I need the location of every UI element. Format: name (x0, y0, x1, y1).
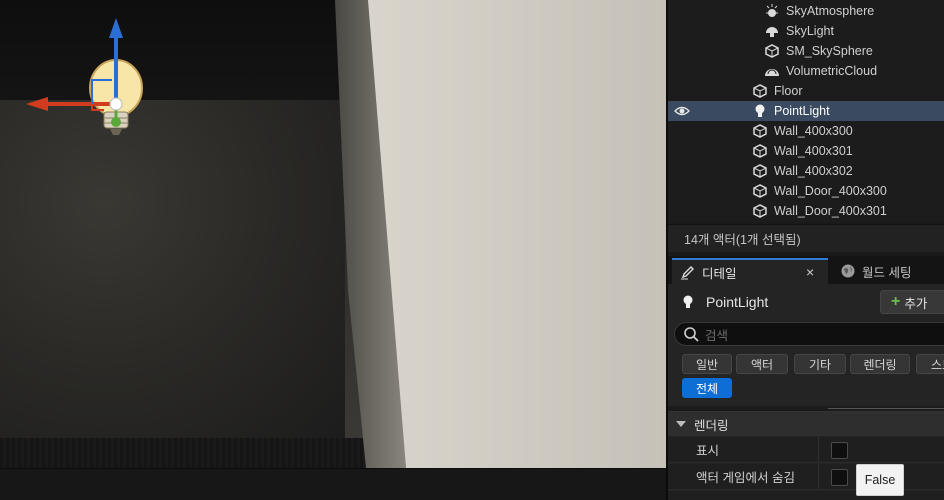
filter-general-button[interactable]: 일반 (682, 354, 732, 374)
viewport-bottom-bar (0, 468, 666, 500)
filter-rendering-button[interactable]: 렌더링 (850, 354, 910, 374)
outliner-item-label: Wall_400x301 (774, 144, 853, 158)
add-button-label: 추가 (904, 296, 928, 311)
collapse-triangle-icon (676, 421, 686, 427)
property-label: 표시 (696, 444, 720, 458)
static-mesh-icon (752, 143, 768, 159)
outliner-row-skyatmosphere[interactable]: SkyAtmosphere (668, 1, 944, 21)
outliner-item-label: Wall_400x302 (774, 164, 853, 178)
filter-misc-button[interactable]: 기타 (794, 354, 846, 374)
static-mesh-icon (752, 163, 768, 179)
hidden-in-game-checkbox[interactable] (831, 469, 848, 486)
visible-checkbox[interactable] (831, 442, 848, 459)
outliner-item-label: Wall_Door_400x300 (774, 184, 887, 198)
add-component-button[interactable]: + 추가 (880, 290, 944, 314)
static-mesh-icon (764, 43, 780, 59)
outliner-row-skylight[interactable]: SkyLight (668, 21, 944, 41)
rendering-section-header[interactable]: 렌더링 (668, 412, 944, 436)
search-icon (683, 326, 699, 342)
property-divider (818, 464, 819, 490)
outliner-item-label: Wall_400x300 (774, 124, 853, 138)
outliner-item-label: Floor (774, 84, 803, 98)
section-title: 렌더링 (694, 418, 729, 433)
outliner-item-label: Wall_Door_400x301 (774, 204, 887, 218)
outliner-item-label: VolumetricCloud (786, 64, 878, 78)
sky-light-icon (764, 23, 780, 39)
visibility-eye-icon[interactable] (674, 103, 690, 119)
sky-atmosphere-icon (764, 3, 780, 19)
outliner-row-volumetriccloud[interactable]: VolumetricCloud (668, 61, 944, 81)
outliner-row-sm-skysphere[interactable]: SM_SkySphere (668, 41, 944, 61)
static-mesh-icon (752, 183, 768, 199)
property-label: 액터 게임에서 숨김 (696, 471, 795, 485)
pencil-icon (680, 264, 696, 280)
property-divider (818, 437, 819, 463)
tab-world-settings[interactable]: 월드 세팅 (834, 258, 944, 284)
actor-name: PointLight (706, 294, 769, 310)
outliner-item-label: PointLight (774, 104, 830, 118)
world-outliner: SkyAtmosphere SkyLight SM_SkySphere Volu… (668, 0, 944, 222)
plus-icon: + (891, 293, 901, 310)
globe-icon (840, 263, 856, 279)
outliner-row-pointlight[interactable]: PointLight (668, 101, 944, 121)
outliner-row-wall-door-400x301[interactable]: Wall_Door_400x301 (668, 201, 944, 221)
close-icon[interactable]: × (806, 264, 814, 280)
value-tooltip: False (856, 464, 904, 496)
outliner-item-label: SkyAtmosphere (786, 4, 875, 18)
static-mesh-icon (752, 83, 768, 99)
editor-side-panel: SkyAtmosphere SkyLight SM_SkySphere Volu… (666, 0, 944, 500)
filter-all-button[interactable]: 전체 (682, 378, 732, 398)
static-mesh-icon (752, 123, 768, 139)
outliner-item-label: SM_SkySphere (786, 44, 873, 58)
outliner-row-wall-400x301[interactable]: Wall_400x301 (668, 141, 944, 161)
point-light-icon (680, 294, 696, 310)
point-light-icon (752, 103, 768, 119)
search-placeholder: 검색 (705, 328, 729, 343)
details-search-input[interactable]: 검색 (674, 322, 944, 346)
outliner-status-text: 14개 액터(1개 선택됨) (668, 224, 944, 252)
tab-details-label: 디테일 (702, 266, 737, 281)
outliner-row-wall-400x302[interactable]: Wall_400x302 (668, 161, 944, 181)
outliner-item-label: SkyLight (786, 24, 834, 38)
tab-world-settings-label: 월드 세팅 (862, 265, 912, 280)
property-row-visible: 표시 (668, 437, 944, 463)
details-tab-bar: 디테일 × 월드 세팅 (668, 256, 944, 284)
outliner-row-wall-400x300[interactable]: Wall_400x300 (668, 121, 944, 141)
static-mesh-icon (752, 203, 768, 219)
point-light-gizmo[interactable] (20, 12, 150, 152)
level-viewport[interactable] (0, 0, 666, 468)
gizmo-center-handle[interactable] (109, 97, 123, 111)
filter-actor-button[interactable]: 액터 (736, 354, 788, 374)
volumetric-cloud-icon (764, 63, 780, 79)
filter-streaming-button[interactable]: 스트 (916, 354, 944, 374)
outliner-row-wall-door-400x300[interactable]: Wall_Door_400x300 (668, 181, 944, 201)
outliner-row-floor[interactable]: Floor (668, 81, 944, 101)
tab-details[interactable]: 디테일 × (672, 258, 828, 284)
